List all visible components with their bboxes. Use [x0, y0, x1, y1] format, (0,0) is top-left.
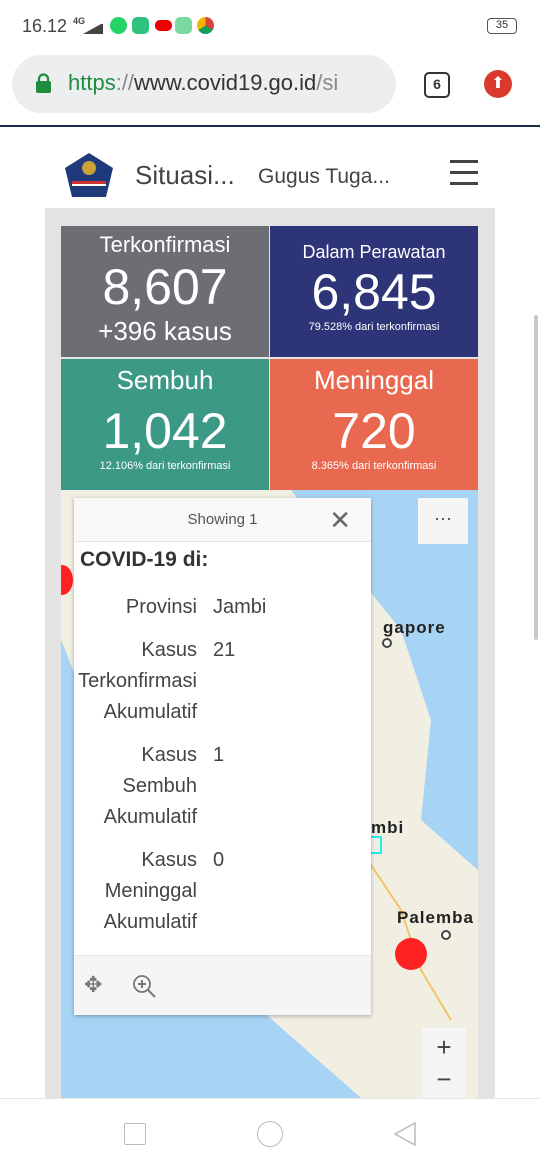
case-marker[interactable]: [395, 938, 427, 970]
popup-row: Kasus Terkonfirmasi Akumulatif 21: [74, 635, 371, 728]
stat-card-treated: Dalam Perawatan 6,845 79.528% dari terko…: [270, 226, 478, 357]
stat-sub: +396 kasus: [98, 316, 232, 346]
zoom-out-button[interactable]: −: [422, 1066, 466, 1092]
field-label: Kasus Meninggal Akumulatif: [103, 849, 197, 933]
field-label: Provinsi: [125, 596, 197, 618]
update-icon[interactable]: ⬆: [484, 70, 512, 98]
stat-card-recovered: Sembuh 1,042 12.106% dari terkonfirmasi: [61, 359, 269, 490]
app-notification-icon: [132, 17, 149, 34]
popup-title: COVID-19 di:: [80, 548, 209, 571]
popup: Showing 1 ✕ COVID-19 di: Provinsi Jambi K…: [74, 498, 371, 1015]
home-icon[interactable]: [257, 1121, 283, 1147]
clock: 16.12: [22, 16, 68, 36]
popup-header: Showing 1 ✕: [74, 498, 371, 542]
url-scheme: https: [68, 70, 116, 95]
city-marker: [382, 638, 392, 648]
signal-icon: [83, 22, 103, 34]
app-notification-icon: [175, 17, 192, 34]
url-separator: ://: [115, 70, 135, 95]
stat-label: Sembuh: [116, 365, 214, 395]
scrollbar[interactable]: [534, 315, 538, 640]
close-icon[interactable]: ✕: [329, 507, 351, 533]
stat-card-confirmed: Terkonfirmasi 8,607 +396 kasus: [61, 226, 269, 357]
map-label-palembang: Palemba: [397, 908, 474, 927]
status-bar: 16.12 4G 35: [0, 0, 540, 52]
stat-label: Terkonfirmasi: [99, 232, 231, 257]
popup-count: Showing 1: [187, 511, 258, 528]
map-label-jambi: mbi: [371, 818, 405, 837]
zoom-control: + −: [422, 1028, 466, 1098]
url-text[interactable]: https://www.covid19.go.id/si: [68, 70, 384, 96]
chrome-icon: [197, 17, 214, 34]
stat-value: 6,845: [311, 264, 437, 320]
city-marker: [441, 930, 451, 940]
stat-value: 8,607: [102, 259, 228, 315]
field-value: 21: [213, 639, 236, 661]
field-value: 0: [213, 849, 225, 871]
system-nav-bar: [0, 1098, 540, 1170]
field-value: 1: [213, 744, 225, 766]
url-path: /si: [316, 70, 339, 95]
hamburger-menu-icon[interactable]: [450, 160, 478, 186]
popup-footer: ✥: [74, 955, 371, 1015]
youtube-icon: [155, 20, 172, 31]
back-icon[interactable]: [392, 1121, 418, 1147]
logo[interactable]: [64, 152, 114, 198]
page-subtitle: Gugus Tuga...: [258, 165, 390, 188]
tab-switcher-button[interactable]: 6: [424, 72, 450, 98]
zoom-to-icon[interactable]: [132, 974, 158, 1000]
page-title: Situasi...: [135, 160, 235, 190]
stat-sub: 12.106% dari terkonfirmasi: [99, 460, 231, 472]
more-options-button[interactable]: ···: [418, 498, 468, 544]
lock-icon: [36, 73, 51, 93]
stat-value: 1,042: [102, 403, 228, 459]
stat-card-deaths: Meninggal 720 8.365% dari terkonfirmasi: [270, 359, 478, 490]
dock-move-icon[interactable]: ✥: [84, 972, 102, 998]
recent-apps-icon[interactable]: [124, 1123, 146, 1145]
field-value: Jambi: [213, 596, 267, 618]
divider: [0, 125, 540, 127]
stat-label: Dalam Perawatan: [302, 242, 446, 262]
field-label: Kasus Sembuh Akumulatif: [103, 744, 197, 828]
whatsapp-icon: [110, 17, 127, 34]
zoom-in-button[interactable]: +: [422, 1028, 466, 1066]
map-label-singapore: gapore: [383, 618, 446, 637]
battery-icon: 35: [487, 18, 517, 34]
popup-row: Kasus Meninggal Akumulatif 0: [74, 845, 371, 938]
popup-row: Provinsi Jambi: [74, 592, 371, 623]
stat-label: Meninggal: [314, 365, 434, 395]
popup-row: Kasus Sembuh Akumulatif 1: [74, 740, 371, 833]
stat-sub: 8.365% dari terkonfirmasi: [311, 460, 437, 472]
url-host: www.covid19.go.id: [134, 70, 317, 95]
stat-sub: 79.528% dari terkonfirmasi: [308, 321, 440, 333]
stat-value: 720: [332, 403, 416, 459]
field-label: Kasus Terkonfirmasi Akumulatif: [78, 639, 197, 723]
